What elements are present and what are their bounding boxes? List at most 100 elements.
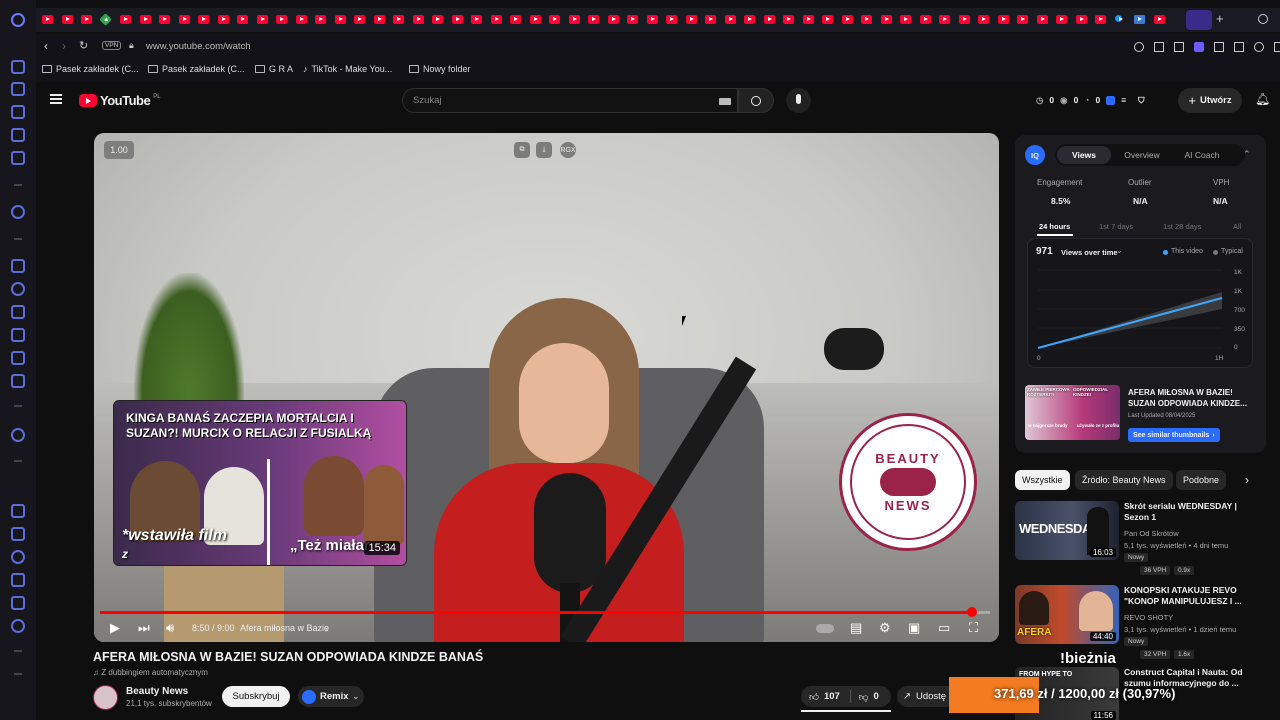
youtube-tab-icon[interactable]: [432, 15, 443, 24]
thumbs-down-icon[interactable]: 👎︎: [859, 691, 869, 703]
voice-search-button[interactable]: [786, 88, 811, 113]
youtube-tab-icon[interactable]: [354, 15, 365, 24]
bookmark-folder[interactable]: G R A: [255, 64, 293, 74]
create-button[interactable]: + Utwórz: [1178, 88, 1242, 113]
period-all[interactable]: All: [1233, 222, 1241, 231]
youtube-tab-icon[interactable]: [685, 15, 697, 24]
youtube-tab-icon[interactable]: [98, 13, 112, 26]
x-icon[interactable]: [11, 351, 25, 365]
chapter-label[interactable]: Afera miłosna w Bazie: [240, 623, 329, 633]
keyboard-icon[interactable]: [719, 98, 731, 105]
volume-icon[interactable]: 🔊︎: [166, 620, 174, 636]
lock-icon[interactable]: 🔒︎: [129, 40, 134, 51]
youtube-tab-icon[interactable]: [412, 15, 424, 24]
youtube-tab-icon[interactable]: [900, 15, 911, 24]
next-icon[interactable]: ⏭: [138, 620, 150, 636]
new-tab-icon[interactable]: +: [1216, 11, 1224, 26]
youtube-tab-icon[interactable]: [666, 15, 677, 24]
telegram-icon[interactable]: [11, 305, 25, 319]
share-button[interactable]: ↗ Udostę: [897, 686, 957, 707]
recommended-video[interactable]: AFERA 44:40 KONOPSKI ATAKUJE REVO "KONOP…: [1015, 585, 1265, 660]
tab-ai-coach[interactable]: AI Coach: [1175, 145, 1229, 165]
youtube-tab-icon[interactable]: [61, 15, 73, 24]
tab-views[interactable]: Views: [1057, 146, 1111, 164]
youtube-tab-icon[interactable]: [568, 15, 580, 24]
history-icon[interactable]: [11, 550, 25, 564]
heart-icon[interactable]: [11, 504, 25, 518]
recommended-video[interactable]: WEDNESDAY 16:03 Skrót serialu WEDNESDAY …: [1015, 501, 1265, 576]
extension-stats[interactable]: ◷ 0 ◉ 0 ◔ 0 ≡ ⛉: [1036, 90, 1145, 110]
iq-logo[interactable]: IQ: [1025, 145, 1045, 165]
active-tab[interactable]: [1186, 10, 1212, 30]
youtube-tab-icon[interactable]: [724, 15, 736, 24]
bookmark-folder[interactable]: Nowy folder: [409, 64, 471, 74]
chip-source[interactable]: Źródło: Beauty News: [1075, 470, 1173, 490]
youtube-tab-icon[interactable]: [627, 15, 638, 24]
youtube-tab-icon[interactable]: [237, 15, 248, 24]
chevron-right-icon[interactable]: ›: [325, 624, 328, 634]
youtube-tab-icon[interactable]: [178, 15, 190, 24]
hover-preview-thumbnail[interactable]: KINGA BANAŚ ZACZEPIA MORTALCIA I SUZAN?!…: [113, 400, 407, 566]
period-7d[interactable]: 1st 7 days: [1099, 222, 1133, 231]
channel-name[interactable]: Beauty News: [126, 686, 188, 697]
youtube-tab-icon[interactable]: [295, 15, 307, 24]
home-icon[interactable]: [11, 60, 25, 74]
remix-button[interactable]: Remix ⌄: [298, 686, 364, 707]
youtube-tab-icon[interactable]: [978, 15, 989, 24]
chart-title[interactable]: Views over time: [1061, 248, 1118, 257]
youtube-tab-icon[interactable]: [159, 15, 170, 24]
pip-icon[interactable]: ⧉: [514, 142, 530, 158]
instagram-icon[interactable]: [11, 328, 25, 342]
youtube-tab-icon[interactable]: [256, 15, 268, 24]
youtube-tab-icon[interactable]: [997, 15, 1009, 24]
bookmark-icon[interactable]: [1174, 42, 1184, 52]
fullscreen-icon[interactable]: ⛶: [969, 620, 978, 636]
opera-logo-icon[interactable]: [11, 13, 25, 27]
miniplayer-icon[interactable]: ▣: [908, 620, 920, 636]
shield-icon[interactable]: [1194, 42, 1204, 52]
youtube-tab-icon[interactable]: [841, 15, 853, 24]
music-icon[interactable]: [11, 428, 25, 442]
refresh-icon[interactable]: [11, 82, 25, 96]
chip-similar[interactable]: Podobne: [1176, 470, 1227, 490]
play-icon[interactable]: ▶: [110, 620, 120, 636]
extensions-icon[interactable]: [11, 596, 25, 610]
youtube-tab-icon[interactable]: [1153, 15, 1165, 24]
chip-all[interactable]: Wszystkie: [1015, 470, 1070, 490]
youtube-tab-icon[interactable]: [276, 15, 287, 24]
youtube-tab-icon[interactable]: [549, 15, 560, 24]
youtube-tab-icon[interactable]: [958, 15, 970, 24]
dislike-count[interactable]: 0: [873, 691, 878, 702]
youtube-tab-icon[interactable]: [217, 15, 229, 24]
like-count[interactable]: 107: [824, 691, 840, 702]
youtube-tab-icon[interactable]: [393, 15, 404, 24]
mail-icon[interactable]: [11, 151, 25, 165]
reload-icon[interactable]: ↻: [79, 39, 88, 52]
video-player[interactable]: BEAUTY NEWS 1.00 ⧉ ⤓ RGX KINGA BANAŚ ZAC…: [94, 133, 999, 642]
send-icon[interactable]: [1234, 42, 1244, 52]
search-input[interactable]: Szukaj: [402, 88, 738, 113]
recommended-channel[interactable]: Pan Od Skrótów: [1124, 529, 1179, 538]
youtube-tab-icon[interactable]: [744, 15, 755, 24]
tab-search-icon[interactable]: [1258, 14, 1268, 24]
period-24h[interactable]: 24 hours: [1039, 222, 1070, 231]
bookmark-folder[interactable]: Pasek zakładek (C...: [148, 64, 245, 74]
url-field[interactable]: www.youtube.com/watch: [146, 41, 251, 52]
wallet-icon[interactable]: [11, 527, 25, 541]
youtube-tab-icon[interactable]: [861, 15, 872, 24]
youtube-tab-icon[interactable]: [802, 15, 814, 24]
bag-icon[interactable]: [11, 105, 25, 119]
youtube-tab-icon[interactable]: [529, 15, 541, 24]
discord-icon[interactable]: [11, 374, 25, 388]
youtube-tab-icon[interactable]: [1056, 15, 1067, 24]
back-icon[interactable]: ‹: [44, 39, 48, 53]
rgx-badge[interactable]: RGX: [560, 142, 576, 158]
youtube-tab-icon[interactable]: [607, 15, 619, 24]
youtube-tab-icon[interactable]: [919, 15, 931, 24]
extensions-icon[interactable]: [1274, 42, 1280, 52]
youtube-tab-icon[interactable]: [315, 15, 326, 24]
forward-icon[interactable]: ›: [62, 39, 66, 53]
period-28d[interactable]: 1st 28 days: [1163, 222, 1201, 231]
chevron-right-icon[interactable]: ›: [1245, 473, 1249, 487]
youtube-tab-icon[interactable]: [120, 15, 131, 24]
